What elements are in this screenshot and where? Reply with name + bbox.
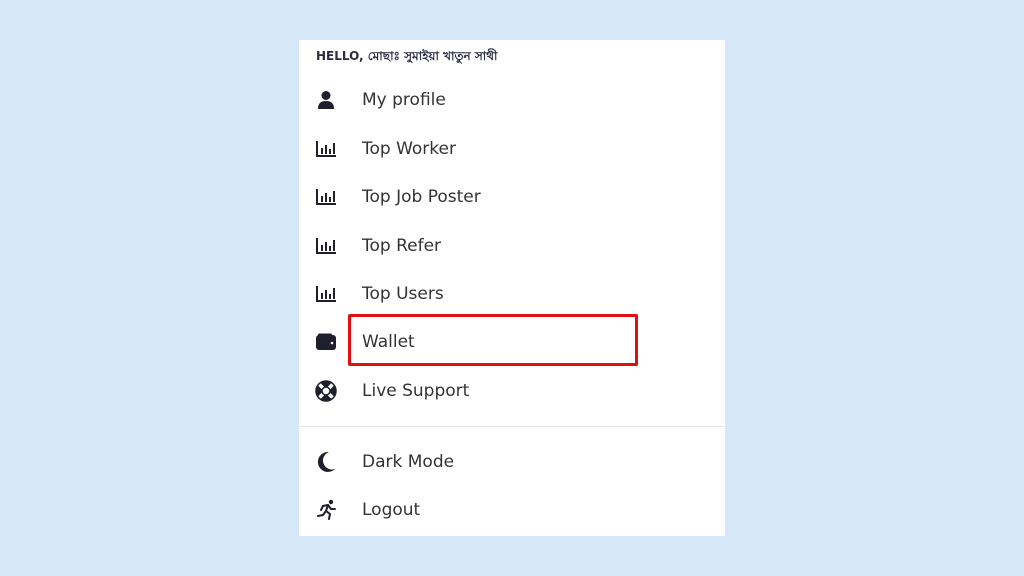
menu-item-label: Top Job Poster: [362, 187, 481, 207]
menu-item-live-support[interactable]: Live Support: [299, 373, 725, 409]
running-person-icon: [314, 499, 338, 521]
user-menu-panel: HELLO, মোছাঃ সুমাইয়া খাতুন সাথী My prof…: [299, 40, 725, 536]
bar-chart-icon: [314, 283, 338, 305]
menu-item-top-worker[interactable]: Top Worker: [299, 131, 725, 167]
menu-item-top-users[interactable]: Top Users: [299, 276, 725, 312]
menu-item-label: Top Worker: [362, 139, 456, 159]
menu-item-label: Dark Mode: [362, 452, 455, 472]
menu-item-dark-mode[interactable]: Dark Mode: [299, 444, 725, 480]
life-ring-icon: [314, 380, 338, 402]
bar-chart-icon: [314, 235, 338, 257]
moon-icon: [314, 451, 338, 473]
bar-chart-icon: [314, 138, 338, 160]
menu-item-logout[interactable]: Logout: [299, 492, 725, 528]
menu-item-label: Top Users: [362, 284, 444, 304]
bar-chart-icon: [314, 186, 338, 208]
menu-divider: [299, 426, 725, 427]
menu-item-top-refer[interactable]: Top Refer: [299, 228, 725, 264]
menu-item-label: My profile: [362, 90, 446, 110]
greeting-text: HELLO, মোছাঃ সুমাইয়া খাতুন সাথী: [316, 49, 498, 63]
menu-item-label: Top Refer: [362, 236, 442, 256]
menu-item-label: Logout: [362, 500, 421, 520]
wallet-highlight-box: [348, 314, 638, 366]
menu-item-my-profile[interactable]: My profile: [299, 82, 725, 118]
menu-item-top-job-poster[interactable]: Top Job Poster: [299, 179, 725, 215]
wallet-icon: [314, 331, 338, 353]
menu-item-label: Live Support: [362, 381, 470, 401]
user-icon: [314, 89, 338, 111]
